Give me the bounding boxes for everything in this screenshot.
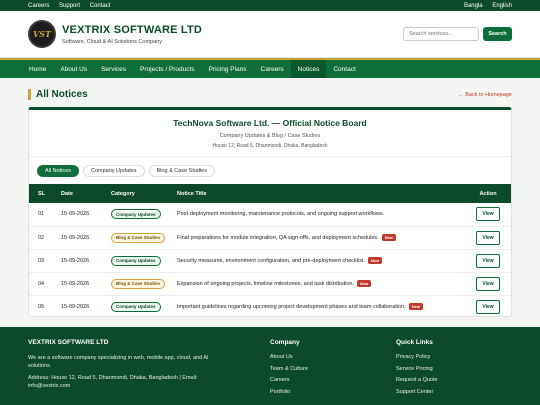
company-logo[interactable]: VST: [28, 20, 56, 48]
notices-table: SL Date Category Notice Title Action 01 1…: [29, 184, 511, 319]
footer-about-title: VEXTRIX SOFTWARE LTD: [28, 339, 109, 346]
lang-bangla[interactable]: Bangla: [464, 3, 483, 9]
board-title: TechNova Software Ltd. — Official Notice…: [173, 118, 367, 128]
top-bar: Careers Support Contact Bangla English: [0, 0, 540, 11]
footer-company-title: Company: [270, 339, 300, 346]
footer-quick-links: Quick Links Privacy Policy Service Prici…: [396, 339, 438, 400]
view-button[interactable]: View: [476, 276, 500, 291]
table-row: 05 15-09-2026 Company Updates Important gui…: [29, 295, 511, 318]
site-header: VST VEXTRIX SOFTWARE LTD Software, Cloud…: [0, 11, 540, 58]
table-row: 02 15-09-2026 Blog & Case Studies Final pre…: [29, 226, 511, 249]
col-category: Category: [111, 190, 135, 197]
lang-english[interactable]: English: [492, 3, 512, 9]
topbar-link-support[interactable]: Support: [59, 3, 80, 9]
new-badge: New: [381, 234, 396, 241]
search-button[interactable]: Search: [483, 27, 512, 41]
page-title-bar: All Notices ← Back to Homepage: [28, 89, 512, 100]
company-tagline: Software, Cloud & AI Solutions Company: [62, 38, 162, 45]
footer-about-text: We are a software company specializing i…: [28, 355, 209, 369]
nav-careers[interactable]: Careers: [254, 60, 291, 78]
category-badge: Company Updates: [111, 301, 161, 312]
back-to-homepage-link[interactable]: ← Back to Homepage: [458, 92, 512, 98]
nav-services[interactable]: Services: [94, 60, 133, 78]
footer-company: Company About Us Team & Culture Careers …: [270, 339, 308, 400]
table-row: 04 15-09-2026 Blog & Case Studies Expansion…: [29, 272, 511, 295]
site-footer: VEXTRIX SOFTWARE LTD We are a software c…: [0, 327, 540, 405]
footer-quick-title: Quick Links: [396, 339, 433, 346]
tab-all-notices[interactable]: All Notices: [37, 165, 79, 177]
new-badge: New: [408, 303, 423, 310]
language-switcher: Bangla English: [456, 3, 512, 9]
category-badge: Company Updates: [111, 209, 161, 220]
row-sl: 04: [38, 280, 45, 287]
col-action: Action: [479, 190, 497, 197]
view-button[interactable]: View: [476, 207, 500, 222]
category-badge: Company Updates: [111, 255, 161, 266]
search-box: Search: [403, 27, 512, 41]
row-date: 15-09-2026: [61, 303, 90, 310]
footer-link-privacy-policy[interactable]: Privacy Policy: [396, 354, 438, 360]
row-date: 15-09-2026: [61, 257, 90, 264]
footer-link-about-us[interactable]: About Us: [270, 354, 308, 360]
topbar-link-careers[interactable]: Careers: [28, 3, 49, 9]
table-row: 01 15-09-2026 Company Updates Post-deployme…: [29, 203, 511, 226]
row-sl: 05: [38, 303, 45, 310]
brand: VEXTRIX SOFTWARE LTD Software, Cloud & A…: [62, 24, 202, 45]
main-nav: Home About Us Services Projects / Produc…: [0, 60, 540, 78]
nav-projects-products[interactable]: Projects / Products: [133, 60, 202, 78]
col-sl: SL: [38, 190, 46, 197]
nav-home[interactable]: Home: [22, 60, 53, 78]
notice-filter-tabs: All Notices Company Updates Blog & Case …: [29, 157, 511, 184]
footer-link-careers[interactable]: Careers: [270, 377, 308, 383]
view-button[interactable]: View: [476, 253, 500, 268]
row-date: 15-09-2026: [61, 234, 90, 241]
row-sl: 03: [38, 257, 45, 264]
view-button[interactable]: View: [476, 299, 500, 314]
new-badge: New: [357, 280, 372, 287]
table-header-row: SL Date Category Notice Title Action: [29, 184, 511, 203]
footer-link-team-culture[interactable]: Team & Culture: [270, 366, 308, 372]
row-sl: 01: [38, 211, 45, 218]
row-sl: 02: [38, 234, 45, 241]
notice-board-header: TechNova Software Ltd. — Official Notice…: [29, 110, 511, 157]
board-subtitle: Company Updates & Blog / Case Studies: [219, 133, 321, 139]
topbar-link-contact[interactable]: Contact: [90, 3, 111, 9]
view-button[interactable]: View: [476, 230, 500, 245]
nav-about-us[interactable]: About Us: [53, 60, 94, 78]
page-title: All Notices: [28, 89, 88, 100]
notice-title[interactable]: Post-deployment monitoring, maintenance …: [177, 211, 384, 217]
notice-title[interactable]: Expansion of ongoing projects, timeline …: [177, 281, 354, 287]
col-date: Date: [61, 190, 73, 197]
tab-company-updates[interactable]: Company Updates: [82, 165, 145, 177]
footer-about: VEXTRIX SOFTWARE LTD We are a software c…: [28, 339, 228, 394]
company-name[interactable]: VEXTRIX SOFTWARE LTD: [62, 24, 202, 36]
notice-title[interactable]: Important guidelines regarding upcoming …: [177, 304, 406, 310]
board-address: House 12, Road 5, Dhanmondi, Dhaka, Bang…: [212, 143, 328, 149]
col-notice-title: Notice Title: [177, 190, 207, 197]
footer-link-request-quote[interactable]: Request a Quote: [396, 377, 438, 383]
nav-notices[interactable]: Notices: [290, 60, 327, 78]
logo-text: VST: [33, 29, 51, 39]
notice-title[interactable]: Security measures, environment configura…: [177, 258, 365, 264]
footer-link-service-pricing[interactable]: Service Pricing: [396, 366, 438, 372]
tab-blog-case-studies[interactable]: Blog & Case Studies: [148, 165, 215, 177]
search-input[interactable]: [403, 27, 479, 41]
notice-title[interactable]: Final preparations for module integratio…: [177, 235, 379, 241]
table-row: 03 15-09-2026 Company Updates Security meas…: [29, 249, 511, 272]
row-date: 15-09-2026: [61, 280, 90, 287]
nav-contact[interactable]: Contact: [326, 60, 362, 78]
topbar-left-links: Careers Support Contact: [28, 3, 118, 9]
notice-board-card: TechNova Software Ltd. — Official Notice…: [28, 107, 512, 319]
new-badge: New: [368, 257, 383, 264]
category-badge: Blog & Case Studies: [111, 278, 166, 289]
row-date: 15-09-2026: [61, 211, 90, 218]
category-badge: Blog & Case Studies: [111, 232, 166, 243]
footer-link-support-center[interactable]: Support Center: [396, 389, 438, 395]
footer-address: Address: House 12, Road 5, Dhanmondi, Dh…: [28, 375, 198, 389]
nav-pricing-plans[interactable]: Pricing Plans: [202, 60, 254, 78]
footer-link-portfolio[interactable]: Portfolio: [270, 389, 308, 395]
